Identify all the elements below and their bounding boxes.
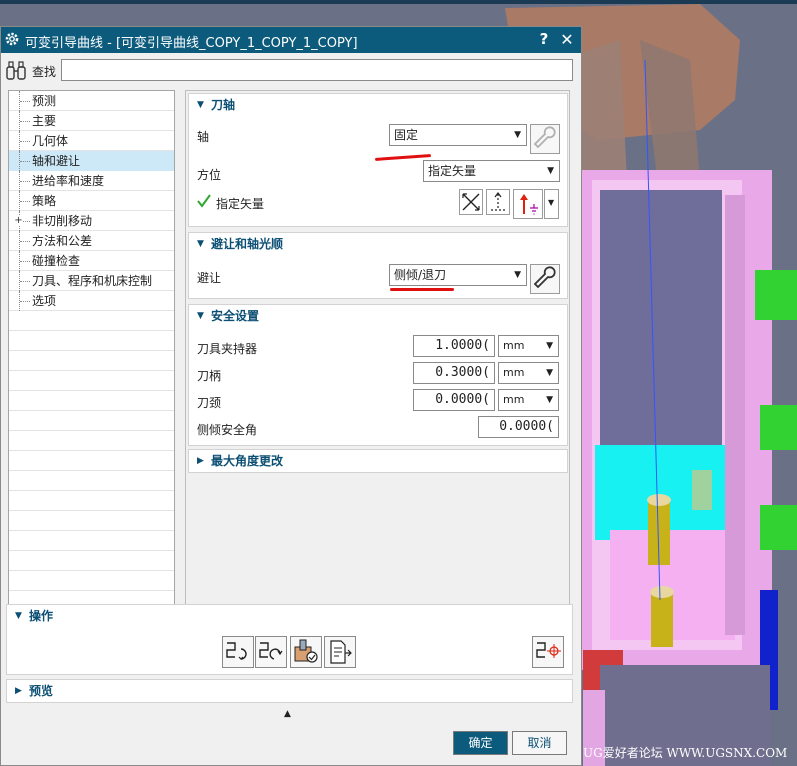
max-angle-change-header[interactable]: ▶ 最大角度更改 [189,450,567,472]
preview-header[interactable]: ▶ 预览 [7,680,572,702]
expand-up-icon[interactable]: ▲ [284,709,291,719]
safety-settings-header[interactable]: ▼ 安全设置 [189,305,567,327]
tool-axis-group: ▼ 刀轴 轴 固定 ▼ 方位 指定矢量 ▼ 指定矢量 ▼ [188,93,568,227]
tree-item-geometry[interactable]: 几何体 [9,131,174,151]
verify-toolpath-icon [294,639,318,663]
tree-item-non-cutting-moves[interactable]: + 非切削移动 [9,211,174,231]
find-row: 查找 [5,59,575,83]
settings-panel: ▼ 刀轴 轴 固定 ▼ 方位 指定矢量 ▼ 指定矢量 ▼ ▼ 避让和轴光顺 避让… [185,90,570,626]
dialog-title: 可变引导曲线 - [可变引导曲线_COPY_1_COPY_1_COPY] [25,36,358,51]
wrench-icon [533,266,556,289]
help-button[interactable]: ? [536,30,552,48]
annotation-underline [390,288,454,291]
tool-holder-input[interactable]: 1.0000( [413,335,495,357]
dropdown-arrow-icon: ▼ [546,368,553,378]
dropdown-arrow-icon: ▼ [514,270,521,280]
operations-header[interactable]: ▼ 操作 [7,605,572,627]
specify-vector-label: 指定矢量 [216,197,265,211]
avoid-dropdown[interactable]: 侧倾/退刀 ▼ [389,264,527,286]
close-button[interactable]: ✕ [558,30,576,49]
tool-shank-unit-dropdown[interactable]: mm ▼ [498,362,559,384]
tree-item-methods-tolerance[interactable]: 方法和公差 [9,231,174,251]
tree-item-collision-check[interactable]: 碰撞检查 [9,251,174,271]
safety-settings-group: ▼ 安全设置 刀具夹持器 1.0000( mm ▼ 刀柄 0.3000( mm ▼ 刀… [188,304,568,446]
binoculars-icon [6,61,26,80]
dropdown-arrow-icon: ▼ [548,198,555,207]
red-arrow-vector-icon [520,194,538,215]
display-path-button[interactable] [532,636,564,668]
vector-type-button[interactable] [513,189,543,219]
tilt-clearance-label: 侧倾安全角 [197,423,258,437]
vector-type-dropdown[interactable]: ▼ [544,189,559,219]
expand-triangle-icon: ▶ [197,456,204,466]
preview-group[interactable]: ▶ 预览 [6,679,573,703]
dialog-titlebar[interactable]: 可变引导曲线 - [可变引导曲线_COPY_1_COPY_1_COPY] ? ✕ [1,27,581,53]
tool-neck-label: 刀颈 [197,396,222,410]
dropdown-arrow-icon: ▼ [547,166,554,176]
tree-item-preview[interactable]: 预测 [9,91,174,111]
tree-item-strategy[interactable]: 策略 [9,191,174,211]
list-button[interactable] [324,636,356,668]
replay-path-icon [259,642,283,660]
ok-button[interactable]: 确定 [453,731,508,755]
tree-item-feeds-speeds[interactable]: 进给率和速度 [9,171,174,191]
expand-plus-icon[interactable]: + [14,216,23,226]
orientation-label: 方位 [197,168,222,182]
wrench-icon [533,126,556,149]
find-label: 查找 [32,65,57,79]
collapse-triangle-icon: ▼ [197,100,204,110]
tool-shank-label: 刀柄 [197,369,222,383]
tool-neck-unit-dropdown[interactable]: mm ▼ [498,389,559,411]
tool-shank-input[interactable]: 0.3000( [413,362,495,384]
gear-icon [5,32,19,46]
tool-axis-header[interactable]: ▼ 刀轴 [189,94,567,116]
expand-triangle-icon: ▶ [15,686,22,696]
tool-holder-unit-dropdown[interactable]: mm ▼ [498,335,559,357]
avoidance-header[interactable]: ▼ 避让和轴光顺 [189,233,567,255]
cancel-button[interactable]: 取消 [512,731,567,755]
collapse-triangle-icon: ▼ [15,611,22,621]
find-input[interactable] [61,59,573,81]
replay-button[interactable] [255,636,287,668]
axis-dropdown[interactable]: 固定 ▼ [389,124,527,146]
list-output-icon [330,640,352,664]
avoid-wrench-button[interactable] [530,264,560,294]
avoid-label: 避让 [197,271,222,285]
dropdown-arrow-icon: ▼ [546,341,553,351]
tool-holder-label: 刀具夹持器 [197,342,258,356]
orientation-dropdown[interactable]: 指定矢量 ▼ [423,160,560,182]
verify-button[interactable] [290,636,322,668]
tilt-clearance-input[interactable]: 0.0000( [478,416,559,438]
dropdown-arrow-icon: ▼ [546,395,553,405]
tool-neck-input[interactable]: 0.0000( [413,389,495,411]
checkmark-icon [197,194,211,208]
collapse-triangle-icon: ▼ [197,311,204,321]
generate-button[interactable] [222,636,254,668]
axis-label: 轴 [197,130,210,144]
dropdown-arrow-icon: ▼ [514,130,521,140]
tree-item-tool-program-machine[interactable]: 刀具、程序和机床控制 [9,271,174,291]
max-angle-change-group[interactable]: ▶ 最大角度更改 [188,449,568,473]
tree-item-main[interactable]: 主要 [9,111,174,131]
navigation-tree[interactable]: 预测 主要 几何体 轴和避让 进给率和速度 策略 + 非切削移动 方法和公差 碰撞… [8,90,175,626]
wrench-button[interactable] [530,124,560,154]
operations-group: ▼ 操作 [6,604,573,675]
tree-item-options[interactable]: 选项 [9,291,174,311]
collapse-triangle-icon: ▼ [197,239,204,249]
avoidance-group: ▼ 避让和轴光顺 避让 侧倾/退刀 ▼ [188,232,568,299]
inferred-vector-button[interactable] [486,189,510,215]
path-display-icon [536,642,561,658]
generate-path-icon [226,642,247,660]
tree-item-axis-avoidance[interactable]: 轴和避让 [9,151,174,171]
vector-dialog-button[interactable] [459,189,483,215]
cross-vector-icon [462,193,480,211]
forum-watermark: UG爱好者论坛 WWW.UGSNX.COM [583,746,788,760]
vector-direction-icon [491,192,505,211]
variable-streamline-dialog: 可变引导曲线 - [可变引导曲线_COPY_1_COPY_1_COPY] ? ✕… [0,26,582,766]
